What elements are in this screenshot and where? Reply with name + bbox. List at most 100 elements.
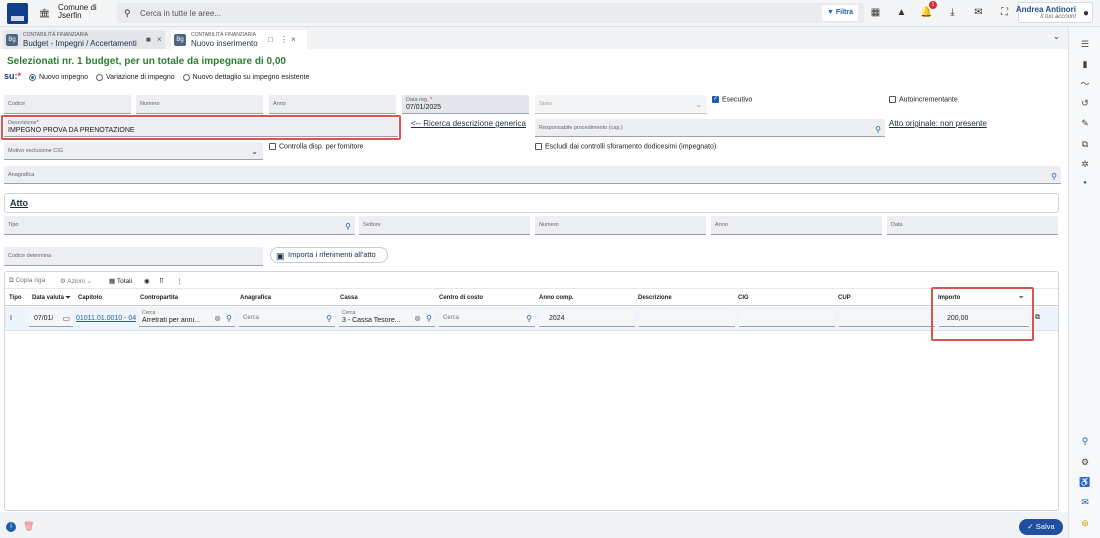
location-icon[interactable]: ⚲ [1079, 435, 1091, 447]
cell-anno-comp[interactable]: 2024 [539, 310, 635, 327]
search-icon[interactable]: ⚲ [875, 125, 881, 134]
copy-icon[interactable]: ⧉ [1035, 310, 1045, 327]
ricerca-descrizione-link[interactable]: <-- Ricerca descrizione generica [411, 119, 526, 128]
codice-determina-field[interactable]: Codice determina [4, 247, 263, 266]
dashboard-icon[interactable]: ▦ [869, 6, 882, 19]
col-cassa[interactable]: Cassa [340, 295, 358, 301]
chat-icon[interactable]: ✉ [1079, 496, 1091, 508]
chevron-down-icon[interactable]: ⌄ [1053, 32, 1060, 41]
book-icon[interactable]: ▮ [1079, 58, 1091, 70]
module-icon: Bg [6, 34, 18, 46]
support-icon[interactable]: ⊛ [1079, 517, 1091, 529]
download-icon[interactable]: ⤓ [946, 6, 959, 19]
col-anagrafica[interactable]: Anagrafica [240, 295, 271, 301]
app-logo[interactable] [7, 3, 28, 24]
data-reg-field[interactable]: Data reg. * 07/01/2025 [402, 95, 529, 114]
tab-label: Budget - Impegni / Accertamenti [23, 39, 137, 48]
cell-descrizione[interactable] [639, 310, 735, 327]
search-icon[interactable]: ⚲ [1051, 172, 1057, 181]
motivo-cig-select[interactable]: Motivo esclusione CIG ⌄ [4, 142, 263, 160]
totali-button[interactable]: ▦ Totali [109, 277, 132, 285]
col-centro-costo[interactable]: Centro di costo [439, 295, 483, 301]
list-icon[interactable]: ☰ [1079, 38, 1091, 50]
azioni-menu[interactable]: ⚙ Azioni ⌄ [60, 277, 92, 285]
atto-originale-link[interactable]: Atto originale: non presente [889, 119, 987, 128]
atto-settore-field[interactable]: Settore [359, 216, 530, 235]
close-icon[interactable]: × [157, 35, 162, 44]
copia-riga-button[interactable]: ⧉ Copia riga [9, 277, 45, 285]
esecutivo-checkbox[interactable]: Esecutivo [712, 95, 752, 103]
escludi-checkbox[interactable]: Escludi dai controlli sforamento dodices… [535, 143, 716, 150]
grid-toolbar: ⧉ Copia riga ⚙ Azioni ⌄ ▦ Totali ◉ ⠿ ⋮ [5, 272, 1058, 289]
responsabile-field[interactable]: Responsabile procedimento (cap.) ⚲ [535, 119, 885, 137]
col-contropartita[interactable]: Contropartita [140, 295, 178, 301]
page-title: Selezionati nr. 1 budget, per un totale … [7, 56, 286, 67]
network-icon[interactable]: ✲ [1079, 158, 1091, 170]
col-data-valuta[interactable]: Data valuta ⏷ [32, 295, 71, 302]
codice-field[interactable]: Codice [4, 95, 131, 114]
cell-anagrafica[interactable]: Cerca ⚲ [239, 310, 335, 327]
col-cig[interactable]: CIG [738, 295, 749, 301]
field-label: Motivo esclusione CIG [8, 148, 64, 154]
accessibility-icon[interactable]: ♿ [1079, 476, 1091, 488]
history-icon[interactable]: ↺ [1079, 97, 1091, 109]
atto-section: Atto [4, 193, 1059, 213]
anno-field[interactable]: Anno [269, 95, 396, 114]
tab-budget-impegni[interactable]: Bg CONTABILITÀ FINANZIARIA Budget - Impe… [3, 30, 165, 49]
atto-tipo-field[interactable]: Tipo ⚲ [4, 216, 355, 235]
numero-field[interactable]: Numero [136, 95, 263, 114]
tab-nuovo-inserimento[interactable]: Bg CONTABILITÀ FINANZIARIA Nuovo inserim… [171, 30, 307, 49]
stato-select: Stato ⌄ [535, 95, 707, 114]
chart-icon[interactable]: 〜 [1079, 78, 1091, 90]
anagrafica-field[interactable]: Anagrafica ⚲ [4, 166, 1061, 184]
radio-label: Variazione di impegno [105, 74, 175, 81]
col-capitolo[interactable]: Capitolo [78, 295, 102, 301]
close-icon[interactable]: × [291, 35, 296, 44]
cell-centro-costo[interactable]: Cerca ⚲ [439, 310, 535, 327]
trash-icon[interactable]: 🗑 [23, 521, 34, 532]
search-icon[interactable]: ⚲ [345, 222, 351, 231]
save-button[interactable]: ✓ Salva [1019, 519, 1063, 535]
more-icon[interactable]: ⋮ [176, 277, 183, 285]
mail-icon[interactable]: ✉ [972, 6, 985, 19]
info-icon[interactable]: i [6, 522, 16, 532]
pin-icon[interactable]: ✎ [1079, 117, 1091, 129]
radio-variazione-impegno[interactable] [95, 73, 103, 81]
eye-icon[interactable]: ◉ [144, 277, 150, 285]
right-sidebar: ☰ ▮ 〜 ↺ ✎ ⧉ ✲ ● ⚲ ⚙ ♿ ✉ ⊛ [1068, 27, 1100, 538]
controlla-disp-checkbox[interactable]: Controlla disp. per fornitore [269, 143, 363, 150]
atto-numero-field[interactable]: Numero [535, 216, 706, 235]
more-icon[interactable]: ⋮ [280, 35, 288, 44]
cell-cassa[interactable]: Cerca 3 - Cassa Tesore... ⊗ ⚲ [339, 310, 435, 327]
warning-icon[interactable]: ▲ [895, 6, 908, 19]
field-label: Data [891, 222, 903, 228]
autoincrementante-checkbox[interactable]: Autoincrementante [889, 96, 958, 103]
cell-data-valuta[interactable]: 07/01/▭ [29, 310, 73, 327]
global-search[interactable]: ⚲ Cerca in tutte le aree... [117, 3, 864, 23]
col-tipo[interactable]: Tipo [9, 295, 22, 301]
copy-icon[interactable]: ⧉ [1079, 138, 1091, 150]
cell-contropartita[interactable]: Cerca Arretrati per anni... ⊗ ⚲ [139, 310, 235, 327]
columns-icon[interactable]: ⠿ [159, 277, 164, 285]
radio-nuovo-impegno[interactable] [28, 73, 36, 81]
radio-nuovo-dettaglio[interactable] [182, 73, 190, 81]
col-cup[interactable]: CUP [838, 295, 851, 301]
atto-anno-field[interactable]: Anno [711, 216, 882, 235]
user-account-button[interactable]: Andrea Antinori Il tuo account ● [1016, 2, 1093, 23]
atto-data-field[interactable]: Data [887, 216, 1058, 235]
gear-icon[interactable]: ⚙ [1079, 456, 1091, 468]
home-icon[interactable]: 🏛 [37, 6, 52, 21]
cell-capitolo[interactable]: 01011.01.0010 - 04 [76, 310, 137, 327]
cell-cig[interactable] [739, 310, 835, 327]
field-label: Responsabile procedimento (cap.) [539, 125, 623, 131]
fullscreen-icon[interactable]: ⛶ [998, 6, 1011, 19]
importa-riferimenti-button[interactable]: ▣ Importa i riferimenti all'atto [270, 247, 388, 263]
bookmark-icon[interactable]: ■ [146, 35, 151, 44]
col-anno-comp[interactable]: Anno comp. [539, 295, 574, 301]
cell-cup[interactable] [839, 310, 935, 327]
table-row[interactable]: I 07/01/▭ 01011.01.0010 - 04 Cerca Arretr… [5, 307, 1058, 331]
bookmark-icon[interactable]: □ [268, 35, 273, 44]
filter-button[interactable]: ▼ Filtra [822, 5, 858, 21]
checkbox-label: Autoincrementante [899, 96, 958, 104]
col-descrizione[interactable]: Descrizione [638, 295, 672, 301]
